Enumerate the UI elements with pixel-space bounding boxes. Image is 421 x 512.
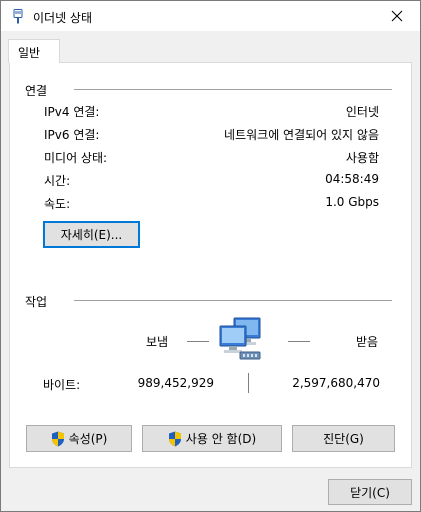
duration-label: 시간:	[44, 174, 71, 188]
media-state-value: 사용함	[345, 151, 379, 165]
tab-general[interactable]: 일반	[8, 39, 60, 63]
duration-value: 04:58:49	[325, 172, 379, 186]
sent-dash	[187, 341, 209, 342]
received-dash	[288, 341, 310, 342]
uac-shield-icon	[168, 431, 181, 446]
properties-button-label: 속성(P)	[68, 432, 108, 446]
bytes-label: 바이트:	[43, 378, 81, 392]
close-button-label: 닫기(C)	[350, 485, 390, 500]
tab-general-label: 일반	[18, 46, 41, 60]
disable-button[interactable]: 사용 안 함(D)	[142, 425, 282, 452]
general-panel: 연결 IPv4 연결: 인터넷 IPv6 연결: 네트워크에 연결되어 있지 않…	[9, 62, 412, 468]
received-label: 받음	[356, 335, 379, 349]
disable-button-label: 사용 안 함(D)	[185, 432, 257, 446]
ipv6-label: IPv6 연결:	[44, 128, 100, 142]
title-bar: 이더넷 상태	[1, 1, 420, 31]
close-button[interactable]: 닫기(C)	[328, 479, 412, 505]
ethernet-status-dialog: 이더넷 상태 일반 연결 IPv4 연결: 인터넷 IPv6 연결: 네트워크에…	[0, 0, 421, 512]
activity-separator	[248, 373, 249, 393]
ipv6-value: 네트워크에 연결되어 있지 않음	[224, 128, 379, 142]
media-state-label: 미디어 상태:	[44, 151, 108, 165]
speed-label: 속도:	[44, 197, 71, 211]
bytes-sent-value: 989,452,929	[137, 376, 214, 390]
bytes-received-value: 2,597,680,470	[292, 376, 380, 390]
diagnose-button-label: 진단(G)	[323, 432, 364, 446]
uac-shield-icon	[51, 431, 64, 446]
ipv4-label: IPv4 연결:	[44, 105, 100, 119]
ipv4-value: 인터넷	[345, 105, 379, 119]
window-title: 이더넷 상태	[33, 11, 93, 25]
close-icon	[391, 10, 403, 22]
activity-section-title: 작업	[25, 295, 48, 309]
properties-button[interactable]: 속성(P)	[26, 425, 132, 452]
connection-divider	[74, 89, 392, 90]
close-window-button[interactable]	[374, 1, 420, 31]
sent-label: 보냄	[146, 335, 169, 349]
activity-divider	[74, 300, 392, 301]
details-button[interactable]: 자세히(E)...	[43, 221, 140, 248]
diagnose-button[interactable]: 진단(G)	[292, 425, 395, 452]
speed-value: 1.0 Gbps	[325, 195, 379, 209]
connection-section-title: 연결	[25, 84, 48, 98]
details-button-label: 자세히(E)...	[60, 228, 123, 242]
network-computers-icon	[216, 314, 268, 362]
ethernet-icon	[12, 9, 24, 24]
